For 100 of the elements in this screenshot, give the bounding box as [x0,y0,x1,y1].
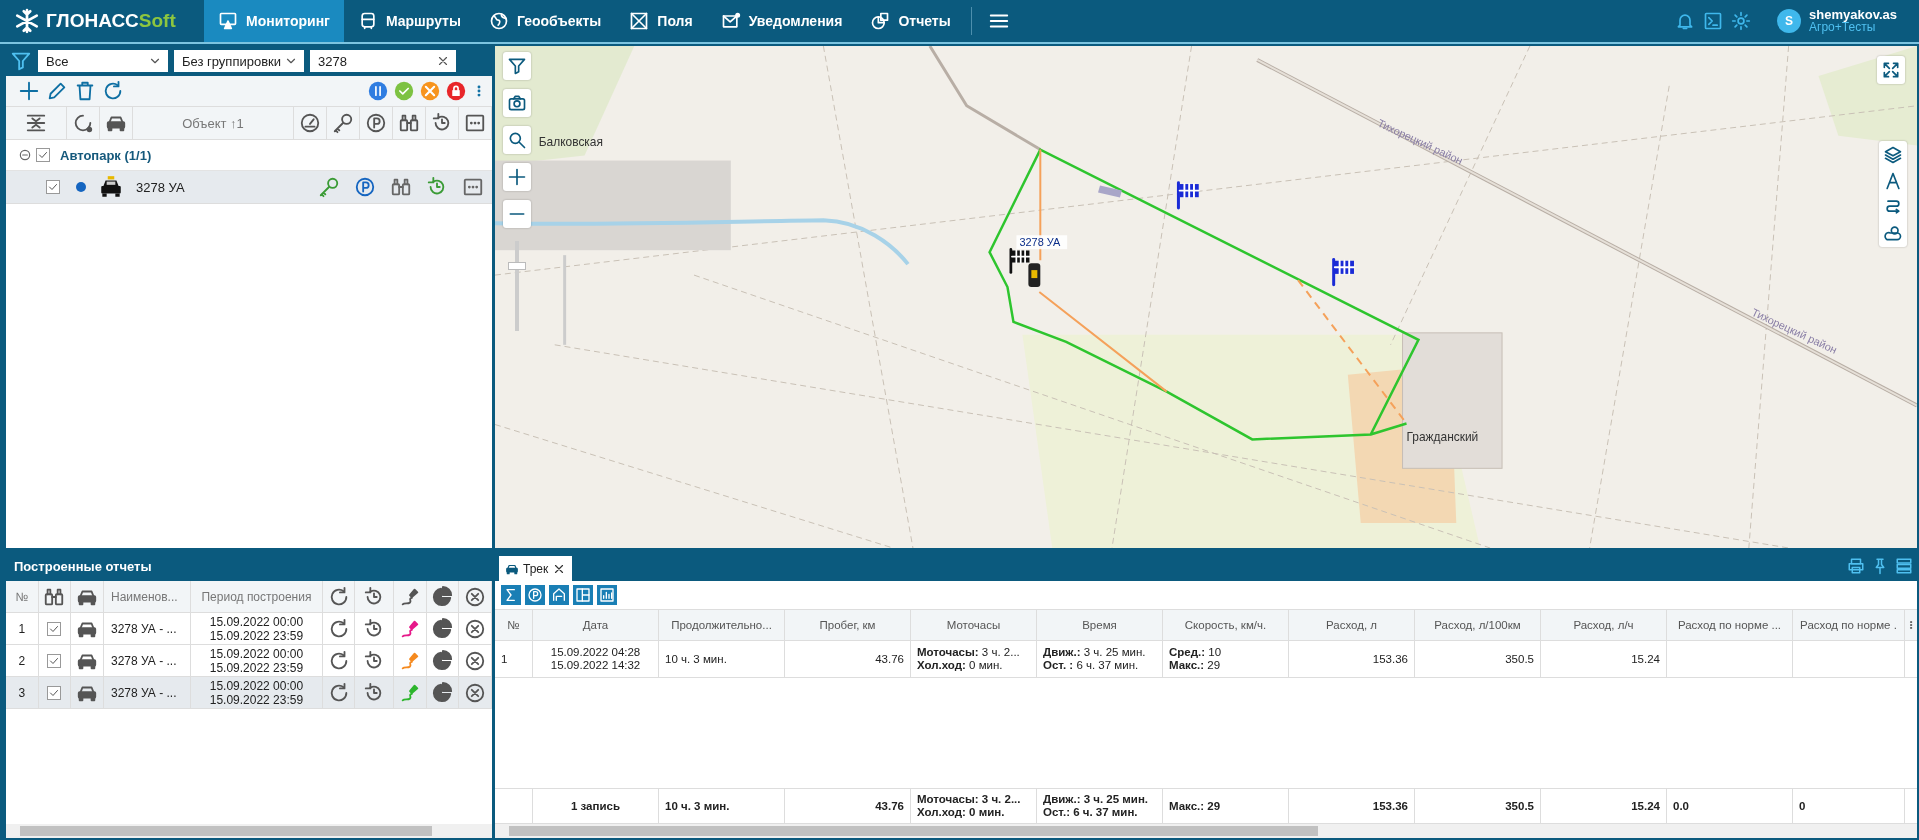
collapse-icon[interactable] [18,148,32,162]
pie-chart-icon[interactable] [431,681,454,704]
parking-icon[interactable] [354,176,376,198]
column-header[interactable]: Наименов... [110,589,178,604]
report-row[interactable]: 1 3278 УА - ... 15.09.2022 00:00 15.09.2022 23:59 [6,613,492,645]
pie-chart-icon[interactable] [431,585,454,608]
filter-icon[interactable] [10,50,32,72]
pie-chart-icon[interactable] [431,617,454,640]
weather-icon[interactable] [1883,223,1903,243]
binoculars-icon[interactable] [390,176,412,198]
route-icon[interactable] [1883,197,1903,217]
pie-chart-icon[interactable] [431,649,454,672]
parking-icon[interactable] [525,585,545,605]
checkbox[interactable] [47,621,62,636]
table-cell: 3278 УА - ... [110,621,177,636]
expand-rows-icon[interactable] [25,112,47,134]
reload-icon[interactable] [72,112,94,134]
nav-tab[interactable]: Поля [615,0,707,42]
refresh-icon[interactable] [102,80,124,102]
total-cell-text: 1 запись [569,799,621,813]
nav-tab[interactable]: Мониторинг [204,0,344,42]
close-icon[interactable] [464,649,487,672]
house-icon[interactable] [549,585,569,605]
column-header[interactable]: № [15,589,29,604]
layers-icon[interactable] [1883,145,1903,165]
envelope-icon [720,11,741,31]
column-header[interactable]: Пробег, км [819,618,876,632]
nav-tab[interactable]: Отчеты [856,0,965,42]
more-icon[interactable] [462,176,484,198]
column-header[interactable]: Расход по норме . [1800,618,1897,632]
parking-icon[interactable] [365,112,387,134]
report-row[interactable]: 3 3278 УА - ... 15.09.2022 00:00 15.09.2022 23:59 [6,677,492,709]
table-cell: 2 [18,653,26,668]
brand-logo: ГЛОНАССSoft [46,10,176,32]
object-row[interactable]: 3278 УА [6,171,492,204]
fullscreen-icon[interactable] [1877,56,1905,84]
dropdown[interactable]: Без группировки [174,50,304,72]
layout-icon[interactable] [573,585,593,605]
settings-icon[interactable] [1731,11,1752,31]
camera-icon[interactable] [503,89,531,117]
column-header[interactable]: Расход, л/100км [1434,618,1521,632]
speedometer-icon[interactable] [299,112,321,134]
column-header[interactable]: Продолжительно... [671,618,772,632]
checkbox[interactable] [47,685,62,700]
column-header[interactable]: Моточасы [946,618,1001,632]
scrollbar[interactable] [6,824,492,838]
table-cell-text: Макс.: 29 [1169,659,1222,672]
clear-icon[interactable] [436,54,450,68]
chart-icon[interactable] [597,585,617,605]
zoom-in-icon[interactable] [503,163,531,191]
checkbox[interactable] [46,180,60,194]
more-icon[interactable] [464,112,486,134]
column-header[interactable]: Расход по норме ... [1677,618,1782,632]
nav-tab[interactable]: Маршруты [343,0,475,42]
close-icon[interactable] [464,617,487,640]
checkbox[interactable] [47,653,62,668]
search-field[interactable]: 3278 [310,50,456,72]
column-header[interactable]: Время [1082,618,1117,632]
key-icon[interactable] [318,176,340,198]
table-cell: 3278 УА - ... [110,685,177,700]
report-tab[interactable]: Трек [499,556,573,581]
scrollbar[interactable] [495,824,1917,838]
table-cell: 15.09.2022 00:00 [209,614,304,629]
column-header[interactable]: Дата [582,618,609,632]
add-icon[interactable] [18,80,40,102]
compass-icon[interactable] [1883,171,1903,191]
zoom-slider[interactable] [508,241,526,331]
dropdown[interactable]: Все [38,50,168,72]
binoculars-icon[interactable] [398,112,420,134]
column-header[interactable]: Объект ↑1 [182,115,244,131]
pause-status-icon[interactable] [368,81,388,101]
crossed-square-icon [629,11,650,31]
panel-title: Построенные отчеты [14,558,152,574]
close-icon[interactable] [464,585,487,608]
user-name: shemyakov.as [1809,8,1897,21]
nav-tab[interactable]: Уведомления [706,0,857,42]
panels-icon[interactable] [1895,557,1913,575]
checkbox[interactable] [36,148,50,162]
total-cell-text: 0 [1799,799,1807,813]
column-header[interactable]: Скорость, км/ч. [1184,618,1267,632]
close-icon[interactable] [464,681,487,704]
total-cell-text: 10 ч. 3 мин. [665,799,731,813]
terminal-icon[interactable] [1703,11,1724,31]
group-label[interactable]: Автопарк (1/1) [60,147,152,163]
delete-icon[interactable] [74,80,96,102]
column-header[interactable]: № [507,618,520,632]
nav-tab[interactable]: Геообъекты [474,0,616,42]
printer-icon[interactable] [1847,557,1865,575]
vehicle-marker-icon [1028,263,1041,288]
column-header[interactable]: Расход, л [1326,618,1377,632]
search-icon[interactable] [503,126,531,154]
filter-icon[interactable] [503,52,531,80]
lock-status-icon[interactable] [446,81,466,101]
key-icon[interactable] [332,112,354,134]
edit-icon[interactable] [46,80,68,102]
flag-icon [1332,258,1355,287]
column-header[interactable]: Период построения [201,589,312,604]
column-header[interactable]: Расход, л/ч [1573,618,1634,632]
sum-icon[interactable] [501,585,521,605]
zoom-out-icon[interactable] [503,200,531,228]
